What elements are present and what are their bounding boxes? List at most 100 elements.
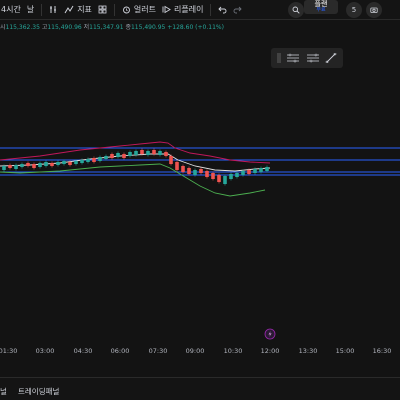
candle [164, 152, 168, 156]
plan-sub-label: 무료 [316, 7, 326, 13]
low-value: 115,347.91 [89, 24, 124, 31]
price-chart[interactable] [0, 32, 400, 340]
open-value: 115,362.35 [5, 24, 40, 31]
candle [2, 166, 6, 170]
candle [74, 161, 78, 164]
high-value: 115,490.96 [47, 24, 82, 31]
camera-icon [370, 7, 378, 13]
time-label: 09:00 [185, 347, 205, 355]
candle [193, 170, 197, 175]
candle [116, 153, 120, 157]
candle-type-label: 날 [26, 5, 35, 14]
trend-line-icon[interactable] [325, 53, 337, 63]
candle [38, 163, 42, 167]
candle [44, 162, 48, 166]
trading-panel-tab[interactable]: 트레이딩패널 [18, 386, 59, 397]
candle [152, 150, 156, 154]
redo-button[interactable] [230, 5, 245, 14]
candle [98, 157, 102, 161]
alert-label: 얼러트 [133, 5, 157, 14]
candle [80, 160, 84, 163]
candle [187, 168, 191, 174]
candle [229, 174, 233, 179]
drawing-toolbar [271, 48, 343, 68]
candle [20, 164, 24, 167]
undo-icon [218, 6, 227, 14]
candle [128, 152, 132, 156]
notifications-count: 5 [351, 6, 357, 14]
toolbar-divider [41, 3, 43, 16]
ohlc-legend: 시115,362.35 고115,490.96 저115,347.91 종115… [0, 22, 224, 32]
time-label: 04:30 [73, 347, 93, 355]
toolbar-divider [210, 3, 212, 16]
time-label: 07:30 [148, 347, 168, 355]
candle [62, 161, 66, 164]
candle [253, 169, 257, 173]
candle [265, 167, 269, 171]
bar-style-icon [50, 6, 57, 13]
candle [223, 176, 227, 184]
candle [211, 173, 215, 179]
close-value: 115,490.95 [130, 24, 166, 31]
replay-button[interactable]: 리플레이 [159, 4, 206, 15]
candle [68, 162, 72, 165]
undo-button[interactable] [215, 5, 230, 14]
bar-style-button[interactable] [46, 5, 61, 14]
basis-line [0, 153, 271, 172]
alert-button[interactable]: 얼러트 [119, 4, 159, 15]
search-button[interactable] [288, 2, 304, 18]
candle [259, 168, 263, 172]
candle [217, 175, 221, 182]
candle [110, 154, 114, 158]
channel-settings-icon[interactable] [286, 53, 300, 63]
time-label: 10:30 [223, 347, 243, 355]
time-label: 06:00 [110, 347, 130, 355]
candle-type-selector[interactable]: 날 [24, 4, 37, 15]
replay-icon [162, 5, 171, 14]
change-value: +128.60 (+0.11%) [167, 24, 224, 31]
candle [247, 170, 251, 174]
search-icon [292, 6, 300, 14]
indicators-label: 지표 [77, 5, 92, 14]
time-label: 15:00 [335, 347, 355, 355]
layout-grid-icon [98, 5, 107, 14]
redo-icon [234, 6, 243, 14]
candle [122, 154, 126, 158]
candle [32, 164, 36, 168]
candle [235, 173, 239, 177]
candle [8, 165, 12, 168]
drag-handle-icon[interactable] [276, 53, 281, 63]
candle [14, 165, 18, 169]
layout-button[interactable] [95, 5, 110, 14]
time-label: 12:00 [260, 347, 280, 355]
candle [26, 163, 30, 166]
candle [241, 171, 245, 175]
channel-style-icon[interactable] [306, 53, 320, 63]
candle [175, 162, 179, 170]
candle [92, 158, 96, 162]
candle [134, 151, 138, 155]
time-label: 01:30 [0, 347, 18, 355]
snapshot-button[interactable] [366, 2, 382, 18]
candle [104, 156, 108, 159]
time-axis[interactable]: 01:30 03:00 04:30 06:00 07:30 09:00 10:30 12:00… [0, 340, 400, 360]
bottom-left-tab[interactable]: 널 [0, 386, 7, 397]
interval-selector[interactable]: 4시간 [0, 4, 24, 15]
bottom-panel-bar: 널 트레이딩패널 [0, 377, 400, 400]
candle [181, 166, 185, 172]
indicators-button[interactable]: 지표 [61, 4, 95, 15]
candle [140, 150, 144, 154]
notifications-button[interactable]: 5 [346, 2, 362, 18]
time-label: 13:30 [298, 347, 318, 355]
candle [146, 151, 150, 155]
plan-button[interactable]: 플랜 무료 [304, 0, 338, 14]
replay-label: 리플레이 [174, 5, 204, 14]
top-toolbar: 4시간 날 지표 얼러트 리플레이 [0, 0, 400, 20]
time-label: 03:00 [35, 347, 55, 355]
event-marker[interactable] [264, 328, 276, 340]
toolbar-divider [113, 3, 115, 16]
candle [56, 162, 60, 165]
indicators-icon [64, 5, 74, 14]
time-label: 16:30 [372, 347, 392, 355]
candle [199, 169, 203, 173]
